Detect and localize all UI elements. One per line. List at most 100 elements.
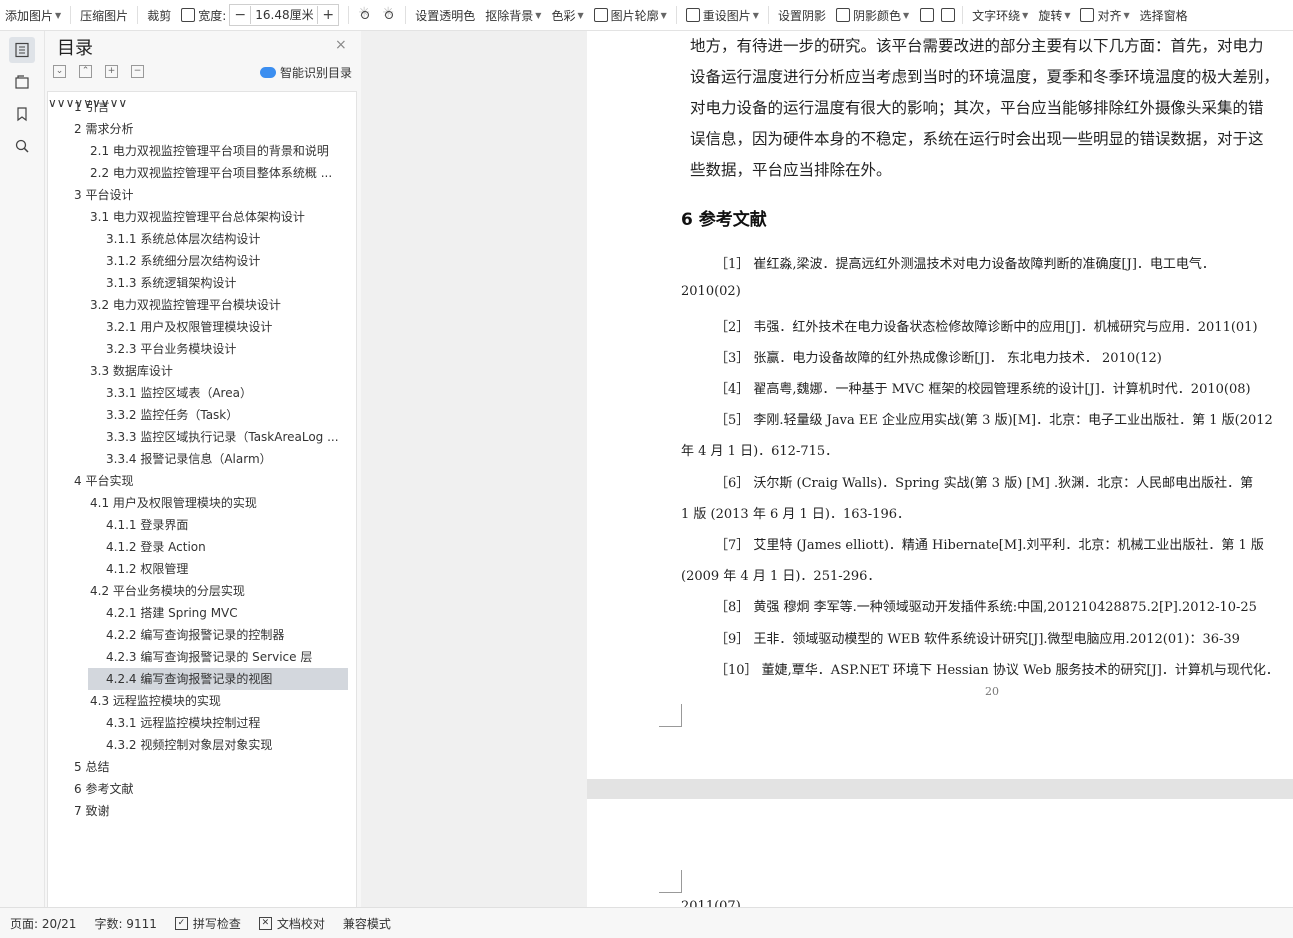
chapter-nav-icon — [15, 75, 29, 89]
shadow-color-button[interactable]: 阴影颜色 ▼ — [831, 4, 914, 26]
body-line: 些数据，平台应当排除在外。 — [690, 161, 892, 179]
next-document-page[interactable]: 2011(07) — [587, 799, 1293, 907]
toc-item[interactable]: 5 总结 — [74, 756, 348, 778]
toc-item[interactable]: 4.3.2 视频控制对象层对象实现 — [106, 734, 348, 756]
picture-outline-button[interactable]: 图片轮廓 ▼ — [589, 4, 672, 26]
document-proof-button[interactable]: ✕ 文档校对 — [258, 915, 325, 932]
toc-item[interactable]: 4.1.2 权限管理 — [106, 558, 348, 580]
toc-item[interactable]: 3.3.1 监控区域表（Area） — [106, 382, 348, 404]
smart-toc-button[interactable]: 智能识别目录 — [260, 64, 352, 81]
toc-item[interactable]: 4.1.1 登录界面 — [106, 514, 348, 536]
toc-item[interactable]: 4.2 平台业务模块的分层实现 — [90, 580, 348, 602]
checkbox-icon: ✓ — [174, 916, 188, 930]
toc-item[interactable]: 3.1.3 系统逻辑架构设计 — [106, 272, 348, 294]
toc-item[interactable]: 4.2.1 搭建 Spring MVC — [106, 602, 348, 624]
toc-item[interactable]: 3.1.1 系统总体层次结构设计 — [106, 228, 348, 250]
expand-toggle-icon[interactable]: ∨ — [57, 96, 66, 110]
navigation-panel-button[interactable] — [9, 69, 35, 95]
width-decrease-button[interactable]: − — [230, 6, 250, 24]
body-line: 地方，有待进一步的研究。该平台需要改进的部分主要有以下几方面：首先，对电力 — [690, 37, 1264, 55]
remove-bg-label: 抠除背景 — [485, 8, 534, 23]
crop-button[interactable]: 裁剪 — [142, 4, 176, 26]
toc-title: 目录 — [57, 38, 93, 59]
reference-line: ［10］ 董婕,覃华．ASP.NET 环境下 Hessian 协议 Web 服务… — [715, 663, 1279, 678]
toc-item[interactable]: 3.2.1 用户及权限管理模块设计 — [106, 316, 348, 338]
align-icon — [1080, 8, 1095, 22]
toc-item[interactable]: 7 致谢 — [74, 800, 348, 822]
body-line: 对电力设备的运行温度有很大的影响；其次，平台应当能够排除红外摄像头采集的错 — [690, 99, 1264, 117]
caret-down-icon: ▼ — [902, 10, 910, 20]
toc-item[interactable]: 3.1 电力双视监控管理平台总体架构设计 — [90, 206, 348, 228]
toc-item[interactable]: 4 平台实现 — [74, 470, 348, 492]
toc-item[interactable]: 2.2 电力双视监控管理平台项目整体系统概 ... — [90, 162, 348, 184]
toc-item[interactable]: 4.2.3 编写查询报警记录的 Service 层 — [106, 646, 348, 668]
add-heading-icon[interactable]: + — [105, 65, 118, 78]
toc-item[interactable]: 3.3 数据库设计 — [90, 360, 348, 382]
toc-item[interactable]: 6 参考文献 — [74, 778, 348, 800]
toc-item[interactable]: 4.1 用户及权限管理模块的实现 — [90, 492, 348, 514]
toc-item[interactable]: 3.3.2 监控任务（Task） — [106, 404, 348, 426]
collapse-all-icon[interactable]: ⌃ — [79, 65, 92, 78]
caret-down-icon: ▼ — [752, 10, 759, 20]
toc-item[interactable]: 3 平台设计 — [74, 184, 348, 206]
width-label: 宽度: — [198, 8, 227, 23]
toolbar-divider — [70, 6, 72, 24]
reference-line: ［6］ 沃尔斯 (Craig Walls)．Spring 实战(第 3 版) [… — [715, 476, 1254, 491]
remove-heading-icon[interactable]: − — [131, 65, 144, 78]
smart-toc-label: 智能识别目录 — [280, 66, 353, 80]
picture-toolbar: 添加图片▼ 压缩图片 裁剪 宽度: − 16.48厘米 + 设置透明色 抠除背景… — [0, 0, 1293, 31]
color-button[interactable]: 色彩 ▼ — [546, 4, 588, 26]
toc-item[interactable]: 3.2.3 平台业务模块设计 — [106, 338, 348, 360]
word-count[interactable]: 字数: 9111 — [94, 915, 156, 932]
lock-ratio-icon[interactable] — [181, 8, 196, 22]
spell-check-toggle[interactable]: ✓ 拼写检查 — [174, 915, 241, 932]
brightness-icon[interactable] — [357, 5, 373, 23]
bookmark-icon — [17, 107, 27, 122]
close-icon[interactable]: × — [335, 37, 347, 53]
toc-list: 1 引言 ∨ 2 需求分析 2.1 电力双视监控管理平台项目的背景和说明 2.2 电力双… — [47, 91, 357, 908]
compress-label: 压缩图片 — [80, 8, 129, 23]
width-stepper[interactable]: − 16.48厘米 + — [229, 4, 340, 26]
add-picture-button[interactable]: 添加图片 ▼ — [0, 4, 66, 26]
reference-line: ［9］ 王非．领域驱动模型的 WEB 软件系统设计研究[J].微型电脑应用.20… — [715, 632, 1240, 647]
set-shadow-button[interactable]: 设置阴影 — [773, 4, 831, 26]
contrast-icon[interactable] — [381, 5, 397, 23]
set-transparent-button[interactable]: 设置透明色 — [410, 4, 480, 26]
toc-item[interactable]: 3.1.2 系统细分层次结构设计 — [106, 250, 348, 272]
shadow-color-label: 阴影颜色 — [852, 8, 901, 23]
rotate-button[interactable]: 旋转 ▼ — [1033, 4, 1075, 26]
expand-all-icon[interactable]: ⌄ — [53, 65, 66, 78]
toc-item[interactable]: 2.1 电力双视监控管理平台项目的背景和说明 — [90, 140, 348, 162]
caret-down-icon: ▼ — [577, 10, 584, 20]
toc-item[interactable]: 4.1.2 登录 Action — [106, 536, 348, 558]
search-panel-button[interactable] — [9, 133, 35, 159]
toc-panel-button[interactable] — [9, 37, 35, 63]
toc-item[interactable]: 4.2.2 编写查询报警记录的控制器 — [106, 624, 348, 646]
width-input[interactable]: 16.48厘米 — [250, 6, 319, 24]
reset-picture-button[interactable]: 重设图片 ▼ — [681, 4, 764, 26]
toc-item[interactable]: 4.3.1 远程监控模块控制过程 — [106, 712, 348, 734]
page-counter[interactable]: 页面: 20/21 — [10, 915, 76, 932]
align-button[interactable]: 对齐 ▼ — [1075, 4, 1134, 26]
toc-item[interactable]: 1 引言 — [74, 96, 348, 118]
toc-item[interactable]: 4.3 远程监控模块的实现 — [90, 690, 348, 712]
toc-item[interactable]: 3.3.4 报警记录信息（Alarm） — [106, 448, 348, 470]
selection-pane-button[interactable]: 选择窗格 — [1135, 4, 1193, 26]
shadow-offset-right-icon[interactable] — [941, 8, 956, 22]
expand-toggle-icon[interactable]: ∨ — [48, 96, 57, 110]
compress-picture-button[interactable]: 压缩图片 — [75, 4, 133, 26]
document-page[interactable]: 地方，有待进一步的研究。该平台需要改进的部分主要有以下几方面：首先，对电力 设备… — [587, 31, 1293, 779]
remove-background-button[interactable]: 抠除背景 ▼ — [480, 4, 546, 26]
shadow-offset-left-icon[interactable] — [920, 8, 935, 22]
toc-item[interactable]: 4.2.4 编写查询报警记录的视图 — [106, 668, 348, 690]
text-wrap-button[interactable]: 文字环绕 ▼ — [967, 4, 1033, 26]
bookmark-panel-button[interactable] — [9, 101, 35, 127]
reference-line: 2011(07) — [681, 899, 741, 907]
toc-item[interactable]: 2 需求分析 — [74, 118, 348, 140]
reference-line: ［1］ 崔红淼,梁波．提高远红外测温技术对电力设备故障判断的准确度[J]．电工电… — [715, 257, 1215, 272]
width-increase-button[interactable]: + — [318, 6, 338, 24]
reference-line: ［2］ 韦强．红外技术在电力设备状态检修故障诊断中的应用[J]．机械研究与应用．… — [715, 320, 1258, 335]
toc-item[interactable]: 3.3.3 监控区域执行记录（TaskAreaLog ... — [106, 426, 348, 448]
toc-item[interactable]: 3.2 电力双视监控管理平台模块设计 — [90, 294, 348, 316]
toc-panel: 目录 × ⌄ ⌃ + − 智能识别目录 1 引言 ∨ 2 需求分析 2.1 电力双视监… — [45, 31, 361, 908]
